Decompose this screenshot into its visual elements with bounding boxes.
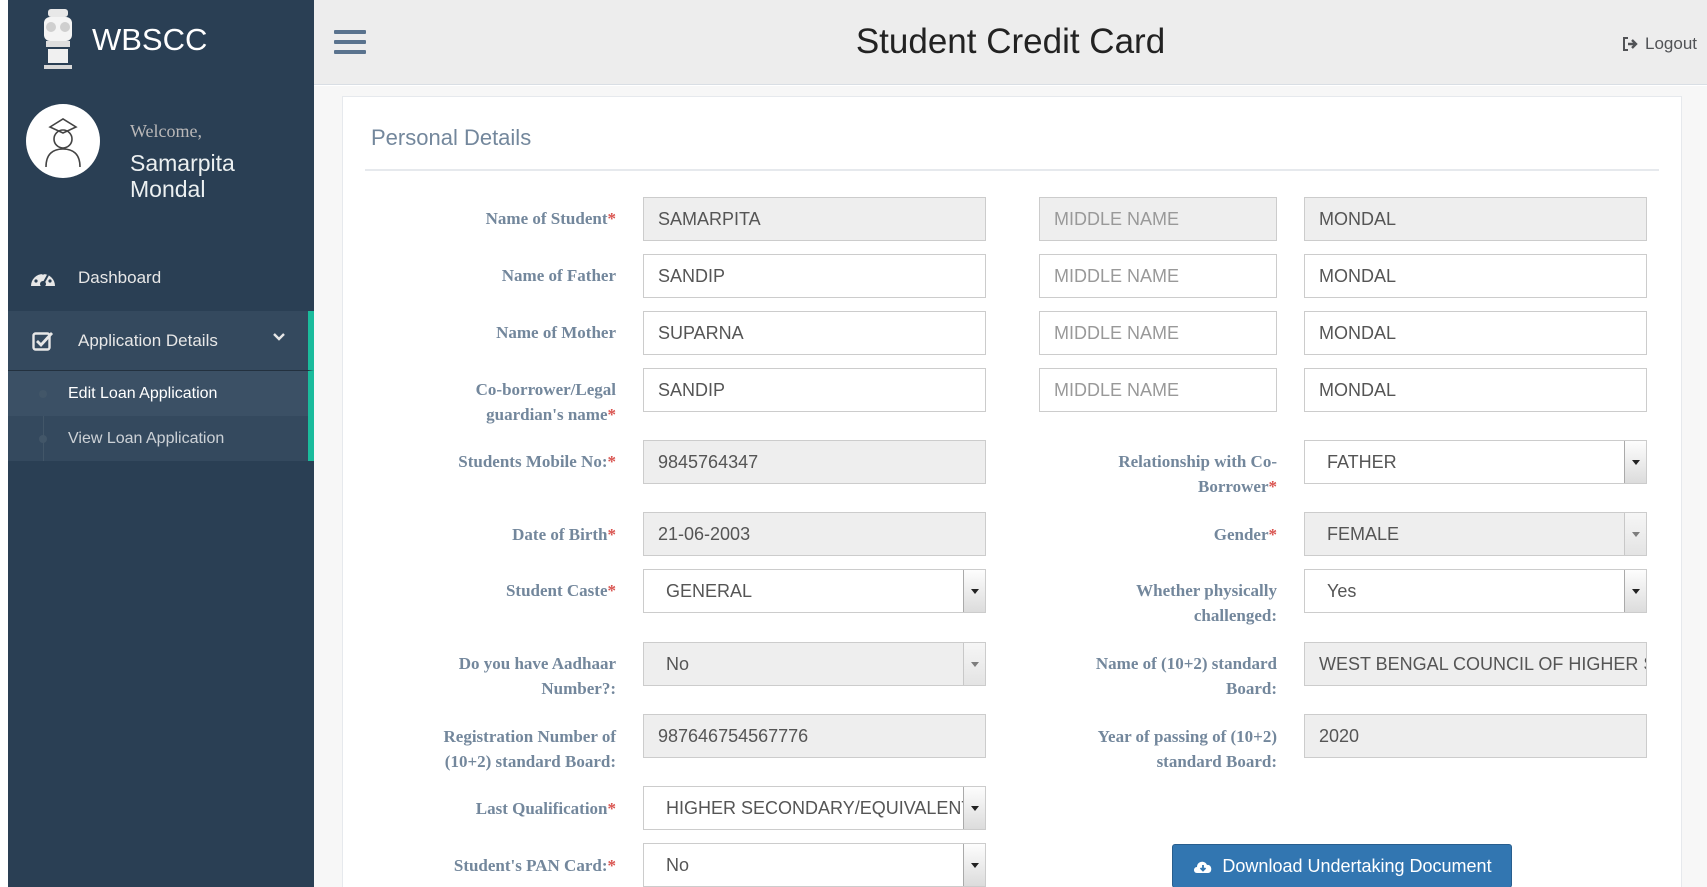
father-last-name-input[interactable]: MONDAL bbox=[1304, 254, 1647, 298]
sub-item-edit-loan[interactable]: Edit Loan Application bbox=[8, 371, 308, 416]
nav-application-details[interactable]: Application Details bbox=[8, 311, 314, 371]
coborrower-last-name-input[interactable]: MONDAL bbox=[1304, 368, 1647, 412]
caret-down-icon bbox=[1624, 513, 1646, 555]
caste-select[interactable]: GENERAL bbox=[643, 569, 986, 613]
student-middle-name-input[interactable]: MIDDLE NAME bbox=[1039, 197, 1277, 241]
caste-selected-value: GENERAL bbox=[666, 581, 753, 601]
nav-application-details-label: Application Details bbox=[78, 330, 218, 350]
physically-challenged-selected-value: Yes bbox=[1327, 581, 1357, 601]
pan-card-selected-value: No bbox=[666, 855, 690, 875]
logout-link[interactable]: Logout bbox=[1622, 34, 1697, 54]
mother-name-label: Name of Mother bbox=[496, 323, 616, 342]
gender-selected-value: FEMALE bbox=[1327, 524, 1400, 544]
coborrower-name-label: Co-borrower/Legal guardian's name* bbox=[475, 380, 616, 424]
download-undertaking-label: Download Undertaking Document bbox=[1222, 855, 1492, 876]
student-last-name-input[interactable]: MONDAL bbox=[1304, 197, 1647, 241]
student-name-label: Name of Student* bbox=[485, 209, 616, 228]
coborrower-middle-name-input[interactable]: MIDDLE NAME bbox=[1039, 368, 1277, 412]
father-first-name-input[interactable]: SANDIP bbox=[643, 254, 986, 298]
regno-label: Registration Number of (10+2) standard Bo… bbox=[443, 727, 617, 771]
sidebar: WBSCC Welcome, Samarpita Mondal Dashboar… bbox=[8, 0, 314, 887]
mobile-input[interactable]: 9845764347 bbox=[643, 440, 986, 484]
qualification-label: Last Qualification* bbox=[475, 799, 616, 818]
dob-label: Date of Birth* bbox=[512, 525, 616, 544]
caret-down-icon bbox=[1624, 441, 1646, 483]
sub-item-label: Edit Loan Application bbox=[68, 384, 218, 402]
caret-down-icon bbox=[963, 643, 985, 685]
relationship-select[interactable]: FATHER bbox=[1304, 440, 1647, 484]
student-first-name-input[interactable]: SAMARPITA bbox=[643, 197, 986, 241]
dob-input[interactable]: 21-06-2003 bbox=[643, 512, 986, 556]
cloud-download-icon bbox=[1194, 861, 1212, 873]
user-avatar-icon bbox=[45, 118, 81, 168]
board-name-label: Name of (10+2) standard Board: bbox=[1095, 654, 1277, 698]
father-name-label: Name of Father bbox=[501, 266, 616, 285]
welcome-text: Welcome, bbox=[130, 121, 203, 141]
profile: Welcome, Samarpita Mondal bbox=[8, 80, 314, 245]
nav-dashboard-label: Dashboard bbox=[78, 268, 162, 287]
father-middle-name-input[interactable]: MIDDLE NAME bbox=[1039, 254, 1277, 298]
caret-down-icon bbox=[963, 844, 985, 886]
year-passing-label: Year of passing of (10+2) standard Board: bbox=[1097, 727, 1277, 771]
national-emblem-icon bbox=[44, 9, 72, 69]
aadhaar-selected-value: No bbox=[666, 654, 690, 674]
logout-label: Logout bbox=[1645, 34, 1697, 53]
relationship-label: Relationship with Co- Borrower* bbox=[1118, 452, 1277, 496]
physically-challenged-select[interactable]: Yes bbox=[1304, 569, 1647, 613]
aadhaar-label: Do you have Aadhaar Number?: bbox=[458, 654, 616, 698]
regno-input[interactable]: 987646754567776 bbox=[643, 714, 986, 758]
board-name-input[interactable]: WEST BENGAL COUNCIL OF HIGHER SECONDARY … bbox=[1304, 642, 1647, 686]
qualification-selected-value: HIGHER SECONDARY/EQUIVALENT bbox=[666, 798, 973, 818]
top-navbar: Student Credit Card Logout bbox=[314, 0, 1707, 85]
caret-down-icon bbox=[963, 787, 985, 829]
caret-down-icon bbox=[1624, 570, 1646, 612]
sign-out-icon bbox=[1623, 37, 1638, 51]
dashboard-icon bbox=[28, 266, 58, 290]
avatar bbox=[26, 104, 100, 178]
application-sub-menu: Edit Loan Application View Loan Applicat… bbox=[8, 371, 314, 461]
coborrower-first-name-input[interactable]: SANDIP bbox=[643, 368, 986, 412]
mother-last-name-input[interactable]: MONDAL bbox=[1304, 311, 1647, 355]
mother-middle-name-input[interactable]: MIDDLE NAME bbox=[1039, 311, 1277, 355]
physically-challenged-label: Whether physically challenged: bbox=[1136, 581, 1277, 625]
mobile-label: Students Mobile No:* bbox=[458, 452, 616, 471]
page-title: Student Credit Card bbox=[855, 22, 1166, 61]
brand-name: WBSCC bbox=[92, 22, 208, 57]
sub-item-view-loan[interactable]: View Loan Application bbox=[8, 416, 308, 461]
panel-title: Personal Details bbox=[371, 125, 532, 150]
relationship-selected-value: FATHER bbox=[1327, 452, 1397, 472]
qualification-select[interactable]: HIGHER SECONDARY/EQUIVALENT bbox=[643, 786, 986, 830]
gender-select[interactable]: FEMALE bbox=[1304, 512, 1647, 556]
brand[interactable]: WBSCC bbox=[8, 0, 314, 80]
gender-label: Gender* bbox=[1213, 525, 1277, 544]
aadhaar-select[interactable]: No bbox=[643, 642, 986, 686]
caret-down-icon bbox=[963, 570, 985, 612]
mother-first-name-input[interactable]: SUPARNA bbox=[643, 311, 986, 355]
caste-label: Student Caste* bbox=[505, 581, 616, 600]
pan-label: Student's PAN Card:* bbox=[453, 856, 616, 875]
user-name: Samarpita Mondal bbox=[130, 150, 235, 202]
chevron-down-icon bbox=[273, 333, 285, 341]
checkbox-edit-icon bbox=[28, 329, 58, 353]
pan-card-select[interactable]: No bbox=[643, 843, 986, 887]
year-passing-input[interactable]: 2020 bbox=[1304, 714, 1647, 758]
sub-item-label: View Loan Application bbox=[68, 429, 225, 447]
download-undertaking-button[interactable]: Download Undertaking Document bbox=[1172, 844, 1512, 887]
nav-dashboard[interactable]: Dashboard bbox=[8, 245, 314, 311]
